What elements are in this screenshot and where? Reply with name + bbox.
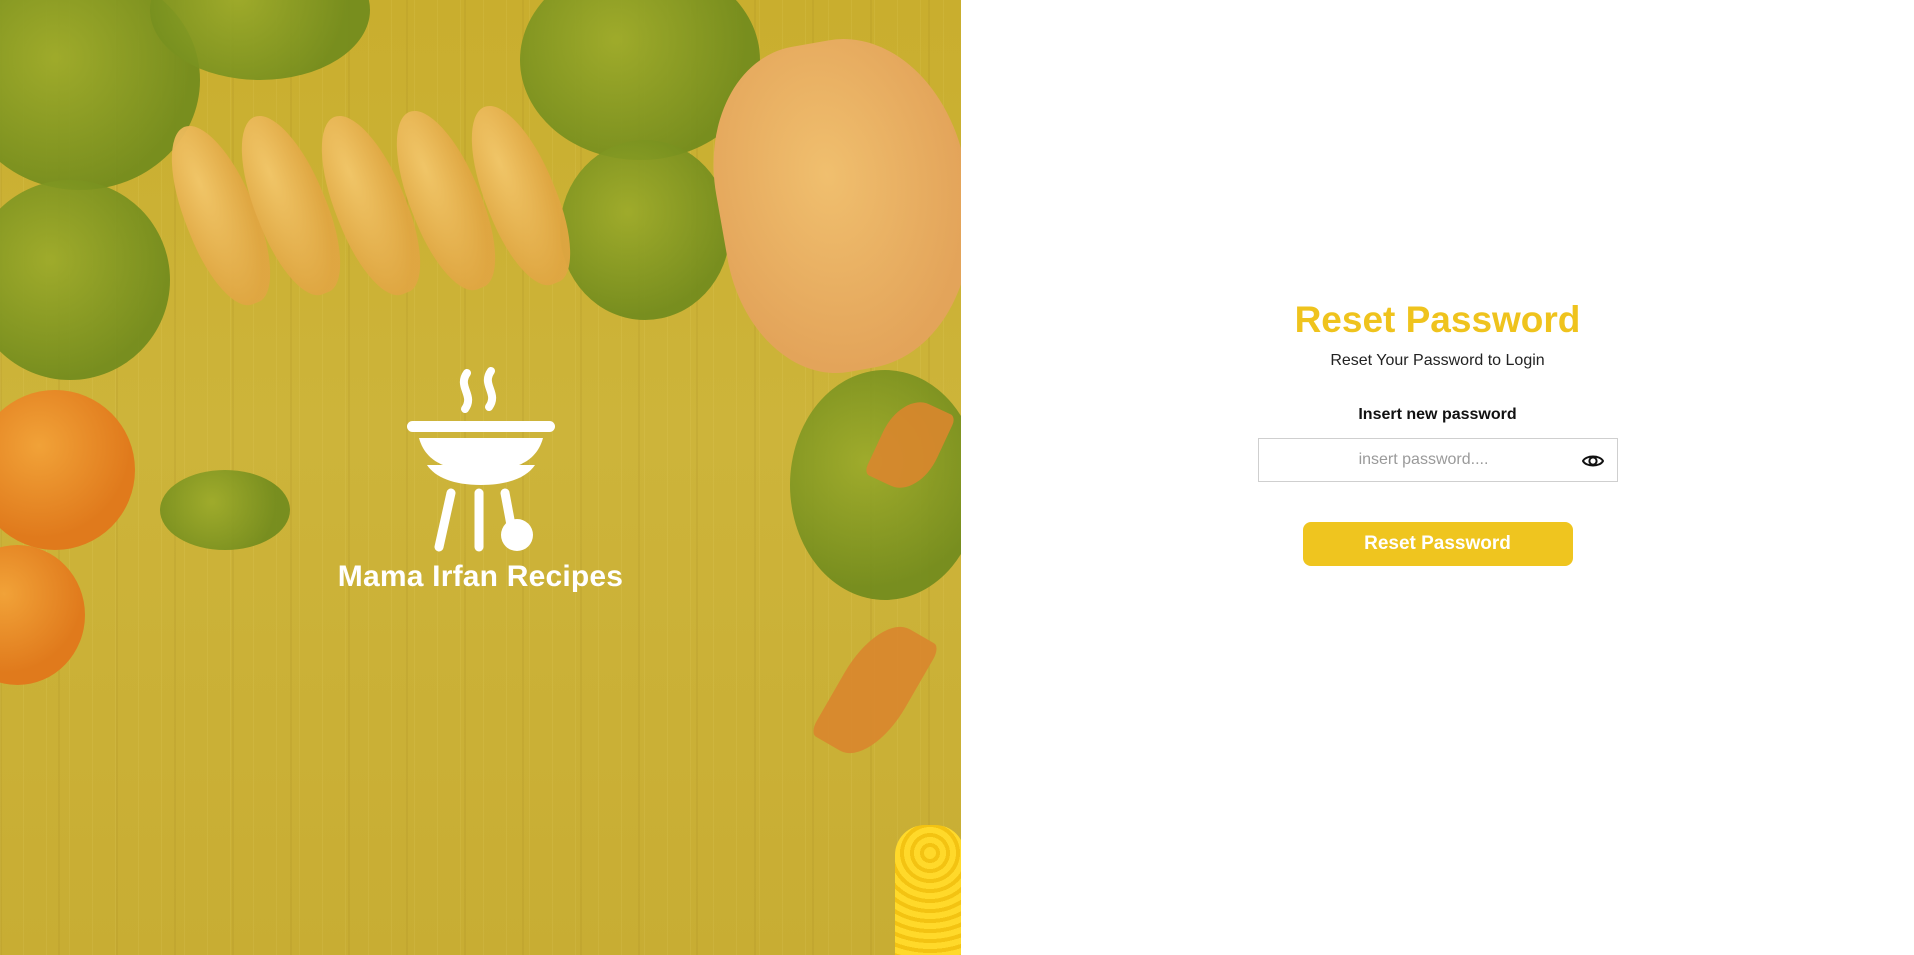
reset-password-button[interactable]: Reset Password: [1302, 522, 1573, 566]
corn-decoration: [895, 825, 961, 955]
eye-icon[interactable]: [1581, 450, 1605, 472]
password-field-wrapper: [1257, 438, 1618, 482]
page-title: Reset Password: [1294, 299, 1581, 340]
password-label: Insert new password: [1358, 406, 1517, 423]
reset-password-form: Reset Password Reset Your Password to Lo…: [961, 298, 1914, 566]
hero-panel: Mama Irfan Recipes: [0, 0, 961, 955]
form-panel: Reset Password Reset Your Password to Lo…: [961, 0, 1914, 955]
reset-password-page: Mama Irfan Recipes Reset Password Reset …: [0, 0, 1914, 955]
brand: Mama Irfan Recipes: [0, 365, 961, 594]
page-subtitle: Reset Your Password to Login: [1330, 352, 1545, 369]
password-input[interactable]: [1258, 439, 1617, 481]
herb-decoration: [0, 180, 170, 380]
crayfish-decoration: [809, 611, 941, 769]
grill-bbq-icon: [406, 367, 555, 552]
herb-decoration: [560, 140, 730, 320]
brand-name: Mama Irfan Recipes: [337, 560, 624, 593]
